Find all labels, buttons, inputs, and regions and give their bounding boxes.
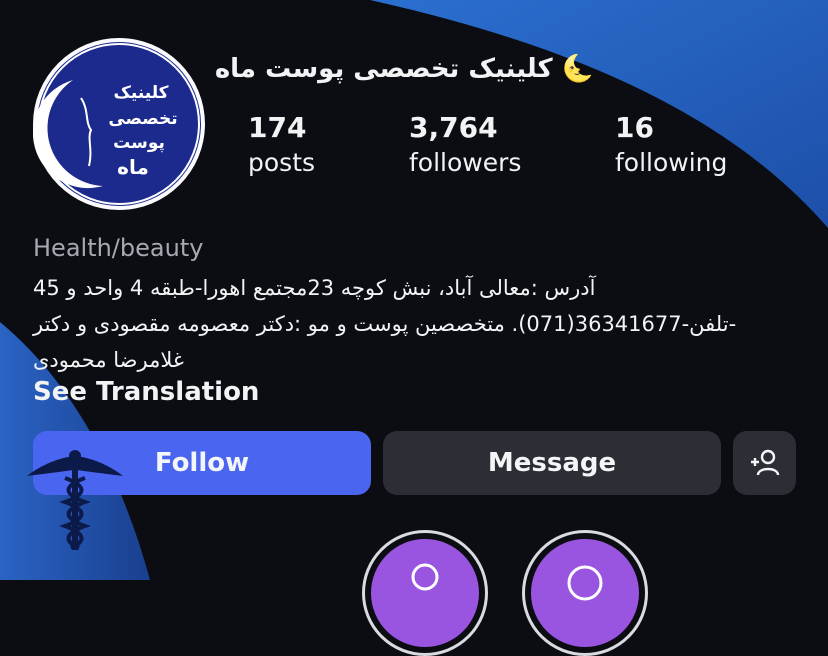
see-translation-link[interactable]: See Translation bbox=[33, 377, 259, 407]
profile-avatar[interactable]: کلینیک تخصصی پوست ماه bbox=[33, 38, 205, 210]
logo-text-line-1: کلینیک bbox=[113, 83, 168, 103]
story-highlight[interactable] bbox=[522, 530, 648, 656]
stat-following[interactable]: 16 following bbox=[615, 110, 727, 180]
stat-posts-label: posts bbox=[248, 148, 316, 177]
logo-text-line-3: پوست bbox=[113, 133, 165, 153]
stat-posts-value: 174 bbox=[248, 111, 307, 144]
stat-posts[interactable]: 174 posts bbox=[248, 110, 315, 180]
highlight-cover-icon bbox=[531, 539, 639, 647]
profile-bio: آدرس :معالی آباد، نبش کوچه 23مجتمع اهورا… bbox=[33, 276, 737, 372]
stat-following-value: 16 bbox=[615, 111, 654, 144]
caduceus-icon bbox=[27, 450, 123, 550]
stat-followers-value: 3,764 bbox=[409, 111, 498, 144]
logo-text-line-2: تخصصی bbox=[108, 109, 177, 129]
stat-followers[interactable]: 3,764 followers bbox=[409, 110, 521, 180]
stat-followers-label: followers bbox=[409, 148, 522, 177]
person-plus-icon bbox=[750, 449, 779, 476]
suggested-accounts-button[interactable] bbox=[733, 431, 796, 495]
logo-text-line-4: ماه bbox=[117, 155, 149, 179]
profile-name: 🌜 کلینیک تخصصی پوست ماه bbox=[214, 54, 594, 84]
message-button[interactable]: Message bbox=[383, 431, 721, 495]
stat-following-label: following bbox=[615, 148, 728, 177]
profile-category: Health/beauty bbox=[33, 234, 204, 262]
story-highlight[interactable] bbox=[362, 530, 488, 656]
highlight-cover-icon bbox=[371, 539, 479, 647]
clinic-logo: کلینیک تخصصی پوست ماه bbox=[33, 42, 201, 206]
